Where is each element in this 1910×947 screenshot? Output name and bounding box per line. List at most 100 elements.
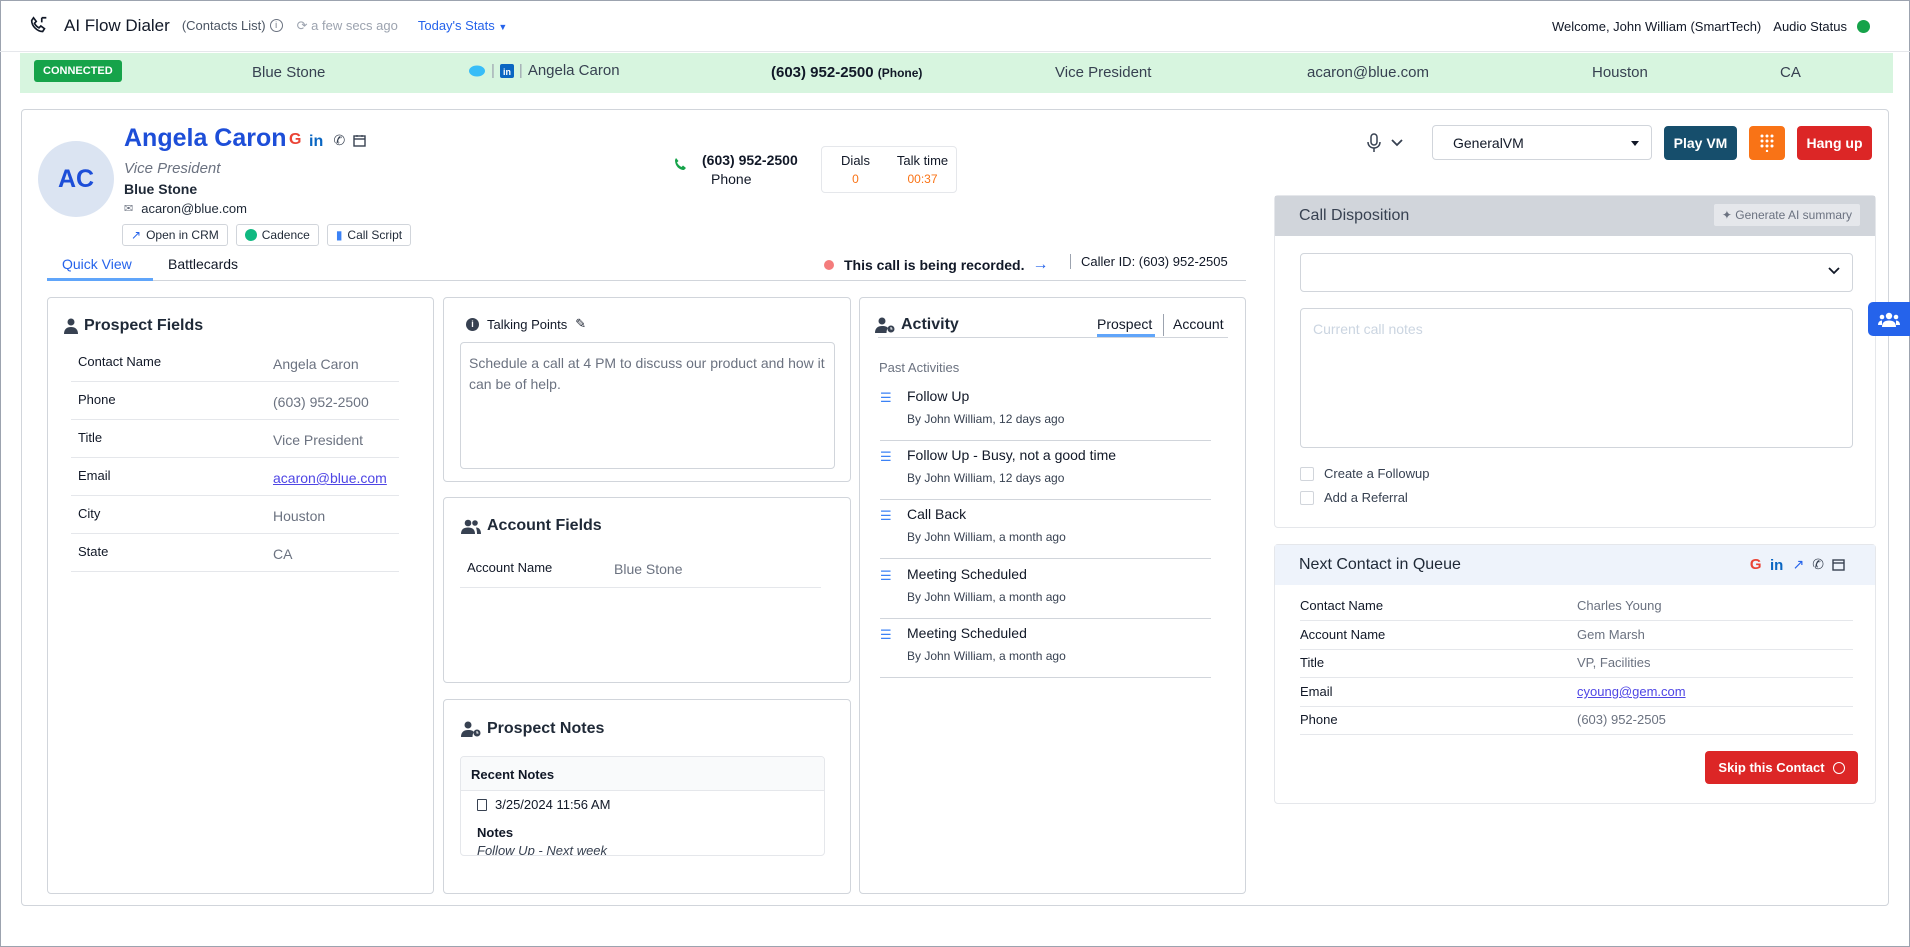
tab-battlecards[interactable]: Battlecards <box>168 256 238 272</box>
calendar-icon[interactable] <box>1832 558 1845 571</box>
talk-time-label: Talk time <box>896 153 949 168</box>
cadence-button[interactable]: Cadence <box>235 224 319 246</box>
conn-phone-type: (Phone) <box>877 66 923 80</box>
email-link[interactable]: acaron@blue.com <box>273 470 387 486</box>
activity-meta: By John William, 12 days ago <box>907 471 1065 485</box>
activity-title-text: Follow Up - Busy, not a good time <box>907 447 1117 463</box>
call-end-icon[interactable]: ✆ <box>1812 556 1824 573</box>
checkbox[interactable] <box>1300 490 1314 505</box>
linkedin-icon[interactable]: in <box>309 132 325 148</box>
prospect-actions: ↗ Open in CRM Cadence ▮ Call Script <box>122 224 412 246</box>
activity-meta: By John William, a month ago <box>907 590 1066 604</box>
linkedin-icon[interactable]: in <box>499 63 514 78</box>
google-icon[interactable]: G <box>1750 556 1762 573</box>
activity-tab-prospect[interactable]: Prospect <box>1097 316 1152 332</box>
queue-email-link[interactable]: cyoung@gem.com <box>1577 684 1686 699</box>
activity-title-text: Meeting Scheduled <box>907 625 1027 641</box>
task-list-icon: ☰ <box>880 627 892 642</box>
google-icon[interactable]: G <box>289 131 301 149</box>
sparkle-icon: ✦ <box>1721 208 1736 222</box>
prospect-notes-title: Prospect Notes <box>461 720 604 738</box>
separator: | <box>491 62 495 79</box>
activity-meta: By John William, 12 days ago <box>907 412 1065 426</box>
call-end-icon[interactable]: ✆ <box>333 132 345 149</box>
play-vm-button[interactable]: Play VM <box>1664 126 1737 160</box>
dialpad-button[interactable] <box>1749 126 1785 160</box>
arrow-right-icon[interactable]: → <box>1033 256 1049 274</box>
view-tabs: Quick View Battlecards <box>47 253 1246 281</box>
field-value: Angela Caron <box>273 356 359 372</box>
tab-quick-view[interactable]: Quick View <box>62 256 132 272</box>
info-icon[interactable]: i <box>269 19 283 32</box>
user-icon <box>64 318 78 334</box>
open-in-crm-button[interactable]: ↗ Open in CRM <box>122 224 228 246</box>
conn-city: Houston <box>1592 64 1648 81</box>
chevron-down-icon <box>1828 267 1840 275</box>
voicemail-select[interactable]: GeneralVM <box>1432 125 1652 160</box>
list-label: (Contacts List) <box>181 18 266 33</box>
field-row: Account Name Blue Stone <box>460 550 821 588</box>
cadence-label: Cadence <box>261 228 310 242</box>
field-row: Contact Name Angela Caron <box>71 344 399 382</box>
field-value: (603) 952-2500 <box>273 394 369 410</box>
current-call-number: (603) 952-2500 Phone <box>673 152 798 187</box>
field-key: Title <box>78 430 103 445</box>
envelope-icon: ✉ <box>124 203 134 215</box>
talk-time-value: 00:37 <box>907 172 938 186</box>
call-script-button[interactable]: ▮ Call Script <box>326 224 412 246</box>
microphone-dropdown[interactable] <box>1367 133 1403 153</box>
call-notes-textarea[interactable]: Current call notes <box>1300 308 1853 448</box>
field-row: Phone (603) 952-2500 <box>71 382 399 420</box>
prospect-fields-panel: Prospect Fields Contact Name Angela Caron… <box>47 297 434 894</box>
activity-title: Activity <box>875 316 959 334</box>
hang-up-button[interactable]: Hang up <box>1797 126 1872 160</box>
refresh-status[interactable]: ⟳ a few secs ago <box>297 18 398 34</box>
activity-item[interactable]: ☰ Follow Up - Busy, not a good time By Joh… <box>880 441 1211 500</box>
open-in-crm-label: Open in CRM <box>146 228 219 242</box>
prospect-fields-label: Prospect Fields <box>84 317 204 334</box>
generate-ai-summary-button[interactable]: ✦ Generate AI summary <box>1712 203 1861 227</box>
welcome-text: Welcome, John William (SmartTech) <box>1552 18 1762 34</box>
calendar-icon[interactable] <box>353 134 366 147</box>
disposition-select[interactable] <box>1300 253 1853 292</box>
caller-id: Caller ID: (603) 952-2505 <box>1070 254 1228 269</box>
field-value: Blue Stone <box>614 561 683 577</box>
queue-row: Email cyoung@gem.com <box>1300 678 1853 707</box>
account-fields-title: Account Fields <box>461 517 602 535</box>
create-followup-checkbox[interactable]: Create a Followup <box>1300 466 1430 481</box>
skip-contact-button[interactable]: Skip this Contact <box>1705 751 1858 784</box>
prospect-name-icons: G in ✆ <box>289 131 366 149</box>
activity-item[interactable]: ☰ Follow Up By John William, 12 days ago <box>880 382 1211 441</box>
users-icon <box>461 519 481 534</box>
activity-item[interactable]: ☰ Call Back By John William, a month ago <box>880 500 1211 559</box>
queue-row: Account Name Gem Marsh <box>1300 621 1853 650</box>
connected-bar: CONNECTED Blue Stone | in | Angela Caron… <box>20 53 1893 93</box>
team-side-tab[interactable] <box>1868 302 1910 336</box>
field-key: Account Name <box>467 560 553 575</box>
field-key: State <box>78 544 109 559</box>
users-icon <box>1878 312 1900 327</box>
conn-contact: | in | Angela Caron <box>468 62 620 79</box>
task-list-icon: ☰ <box>880 568 892 583</box>
salesforce-icon[interactable] <box>468 64 486 77</box>
account-fields-label: Account Fields <box>487 517 602 534</box>
activity-tab-account[interactable]: Account <box>1173 316 1224 332</box>
activity-item[interactable]: ☰ Meeting Scheduled By John William, a mon… <box>880 560 1211 619</box>
connected-badge: CONNECTED <box>34 60 122 82</box>
recording-notice: This call is being recorded. → <box>824 256 1049 274</box>
activity-label: Activity <box>901 316 959 333</box>
add-referral-checkbox[interactable]: Add a Referral <box>1300 490 1408 505</box>
phone-call-icon <box>675 158 686 170</box>
activity-panel: Activity Prospect Account Past Activitie… <box>859 297 1246 894</box>
external-link-icon[interactable]: ↗ <box>1793 556 1805 573</box>
voicemail-selected: GeneralVM <box>1453 135 1524 151</box>
external-link-icon: ↗ <box>131 228 142 242</box>
ban-icon <box>1832 761 1845 774</box>
todays-stats-dropdown[interactable]: Today's Stats ▼ <box>418 18 507 33</box>
activity-item[interactable]: ☰ Meeting Scheduled By John William, a mon… <box>880 619 1211 678</box>
linkedin-icon[interactable]: in <box>1770 557 1785 572</box>
app-title: AI Flow Dialer <box>64 15 170 35</box>
checkbox[interactable] <box>1300 466 1314 481</box>
pencil-icon[interactable]: ✎ <box>575 316 586 332</box>
field-row: Email acaron@blue.com <box>71 458 399 496</box>
